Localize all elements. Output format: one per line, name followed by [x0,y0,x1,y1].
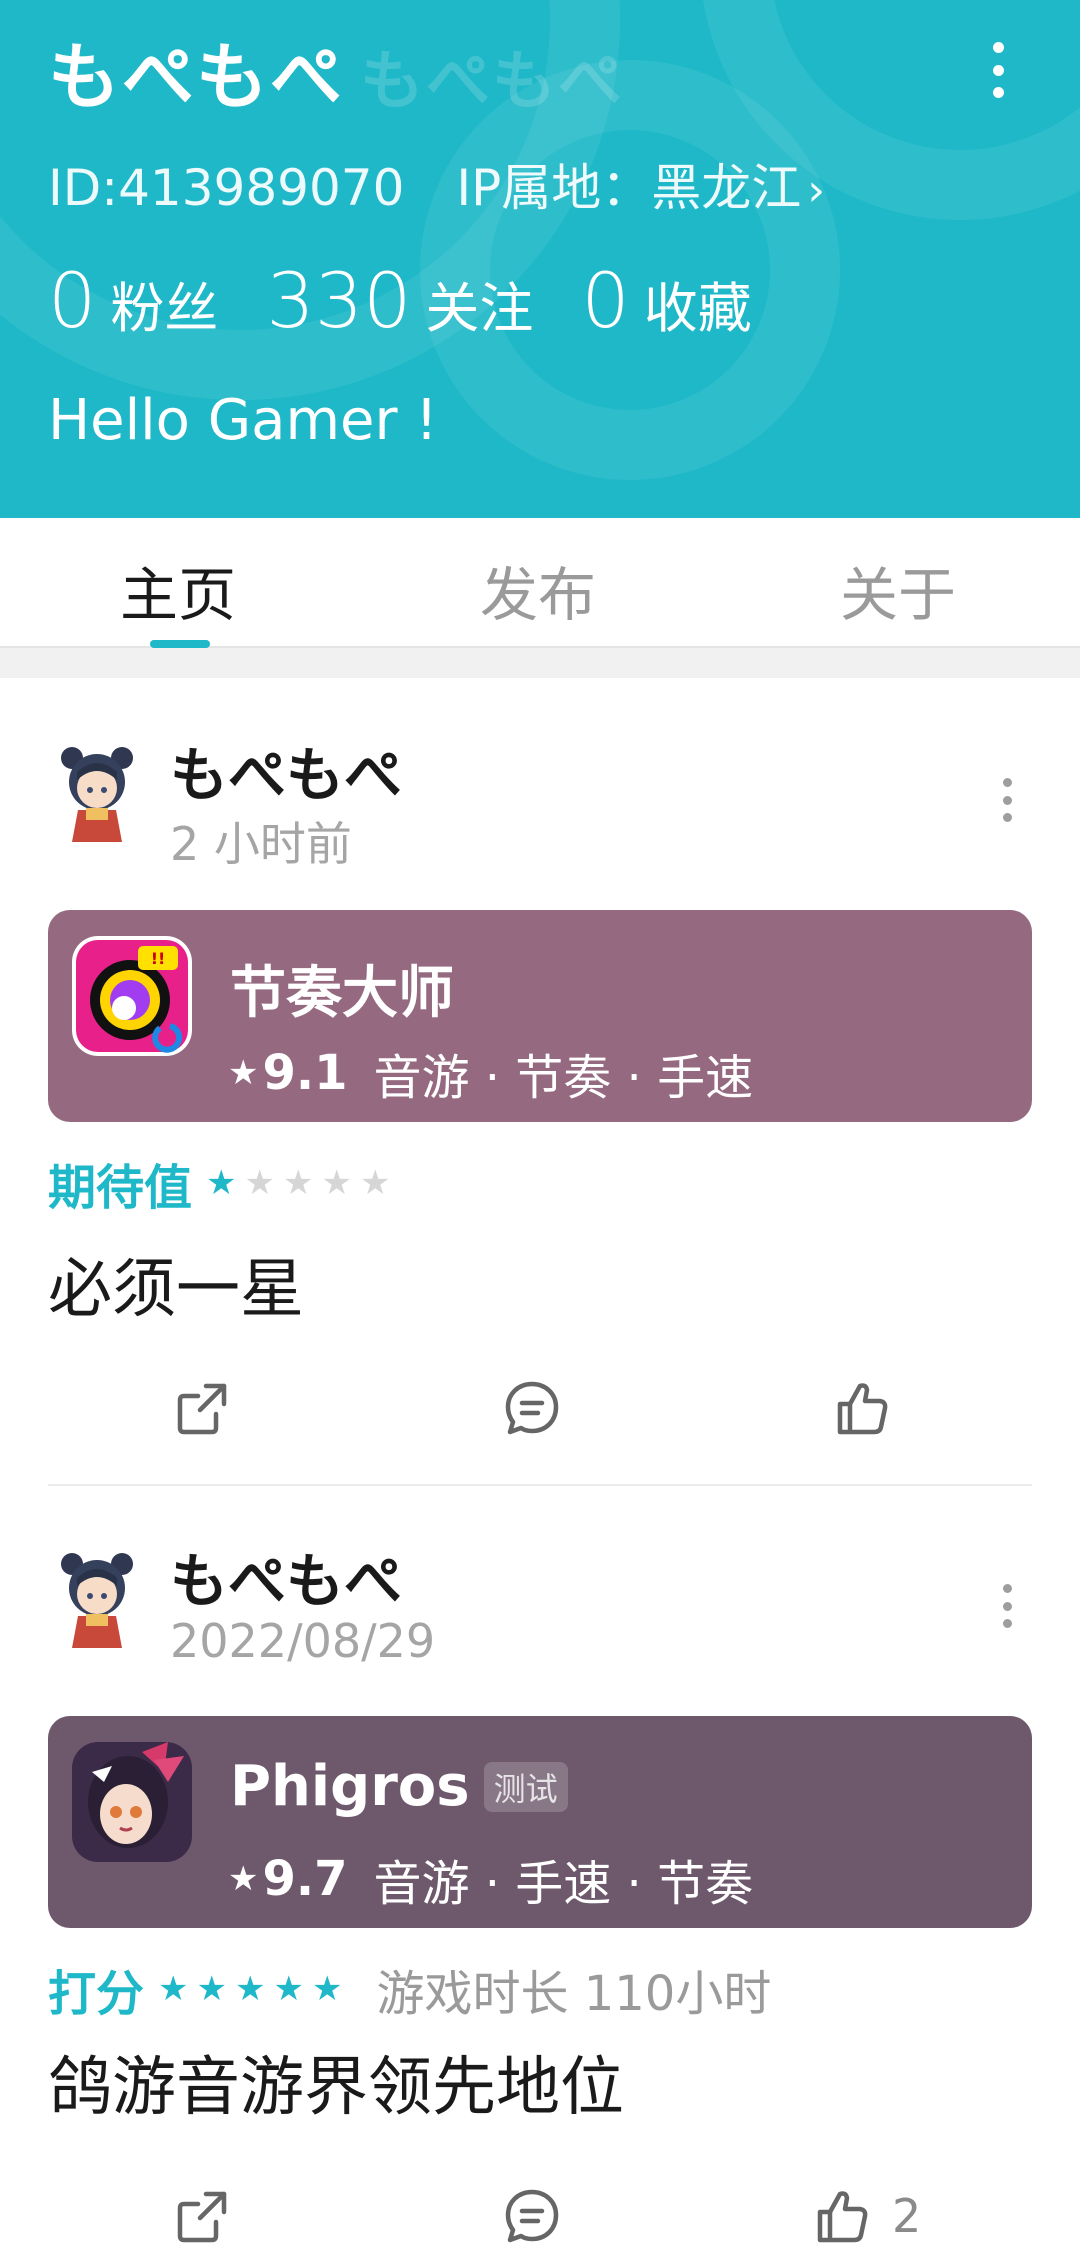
thumbs-up-icon [817,2191,868,2243]
game-meta: ★ 9.1 音游 · 节奏 · 手速 [228,1038,753,1108]
share-button[interactable] [170,2176,234,2256]
ip-location[interactable]: IP属地：黑龙江 [456,159,801,217]
post-author[interactable]: もぺもぺ [170,728,402,812]
game-meta: ★ 9.7 音游 · 手速 · 节奏 [228,1844,753,1914]
rating-line: 期待值 ★ ★ ★ ★ ★ [48,1148,398,1218]
game-tags: 音游 · 手速 · 节奏 [373,1856,754,1912]
game-icon [72,1742,192,1862]
stat-label: 关注 [425,277,534,340]
post-actions: 2 [0,2176,1080,2256]
profile-id-line: ID:413989070 IP属地：黑龙江 › [48,148,825,220]
tab-posts[interactable]: 发布 [480,548,596,632]
rating-line: 打分 ★ ★ ★ ★ ★ 游戏时长 110小时 [48,1954,771,2024]
profile-header: もぺもぺ もぺもぺ ID:413989070 IP属地：黑龙江 › 0 粉丝 330… [0,0,1080,518]
username-watermark: もぺもぺ [360,45,624,119]
post-text[interactable]: 鸽游音游界领先地位 [48,2036,624,2128]
game-name: 节奏大师 [230,961,454,1026]
comment-button[interactable] [500,2176,564,2256]
star-icon: ★ [282,1163,314,1203]
star-icon: ★ [273,1969,304,2009]
like-count: 2 [892,2189,922,2243]
tab-about[interactable]: 关于 [840,548,956,632]
rating-label: 期待值 [48,1160,193,1216]
rating-stars: ★ ★ ★ ★ ★ [206,1163,398,1203]
share-icon [177,2191,227,2243]
star-icon: ★ [228,1053,259,1093]
avatar[interactable] [56,742,138,842]
profile-stats: 0 粉丝 330 关注 0 收藏 [48,256,800,345]
game-score: 9.1 [262,1045,348,1101]
star-icon: ★ [228,1859,259,1899]
game-tags: 音游 · 节奏 · 手速 [373,1050,754,1106]
post-divider [48,1484,1032,1486]
user-id: ID:413989070 [48,159,405,217]
more-icon[interactable] [980,42,1016,98]
chevron-right-icon[interactable]: › [807,165,825,216]
game-icon: !! [72,936,192,1056]
star-icon: ★ [158,1969,189,2009]
post-text[interactable]: 必须一星 [48,1238,304,1330]
star-icon: ★ [234,1969,266,2009]
star-icon: ★ [321,1163,352,1203]
game-card[interactable]: !! 节奏大师 ★ 9.1 音游 · 节奏 · 手速 [48,910,1032,1122]
game-name: Phigros [230,1754,470,1819]
section-divider [0,648,1080,678]
like-button[interactable]: 2 [810,2176,921,2256]
stat-label: 粉丝 [110,277,219,340]
tab-home[interactable]: 主页 [120,548,236,632]
more-icon[interactable] [1000,778,1014,822]
share-icon [177,1383,227,1435]
profile-tabs: 主页 发布 关于 [0,518,1080,648]
profile-username: もぺもぺ [48,35,345,119]
rating-label: 打分 [48,1966,145,2022]
game-card[interactable]: Phigros 测试 ★ 9.7 音游 · 手速 · 节奏 [48,1716,1032,1928]
comment-icon [505,2189,559,2243]
like-button[interactable] [830,1368,894,1448]
profile-bio: Hello Gamer ! [48,388,438,453]
svg-text:!!: !! [151,949,166,968]
star-icon: ★ [359,1163,391,1203]
stat-followers[interactable]: 0 粉丝 [48,256,218,345]
stat-number: 0 [48,256,97,345]
star-icon: ★ [206,1163,237,1203]
stat-following[interactable]: 330 关注 [266,256,533,345]
active-tab-indicator [150,640,210,648]
stat-number: 330 [266,256,412,345]
post-time: 2 小时前 [170,817,352,871]
star-icon: ★ [244,1163,275,1203]
rating-stars: ★ ★ ★ ★ ★ [158,1969,350,2009]
test-badge: 测试 [483,1761,568,1812]
thumbs-up-icon [837,1383,888,1435]
play-time: 游戏时长 110小时 [376,1966,772,2022]
star-icon: ★ [196,1969,227,2009]
stat-favorites[interactable]: 0 收藏 [581,256,751,345]
game-score: 9.7 [262,1851,348,1907]
post-actions [0,1368,1080,1448]
share-button[interactable] [170,1368,234,1448]
game-title: Phigros 测试 [230,1754,568,1819]
more-icon[interactable] [1000,1584,1014,1628]
stat-label: 收藏 [643,277,752,340]
avatar[interactable] [56,1548,138,1648]
stat-number: 0 [581,256,630,345]
game-title: 节奏大师 [230,948,454,1029]
comment-icon [505,1381,559,1435]
post-time: 2022/08/29 [170,1614,436,1668]
post-author[interactable]: もぺもぺ [170,1534,402,1618]
star-icon: ★ [311,1969,343,2009]
comment-button[interactable] [500,1368,564,1448]
